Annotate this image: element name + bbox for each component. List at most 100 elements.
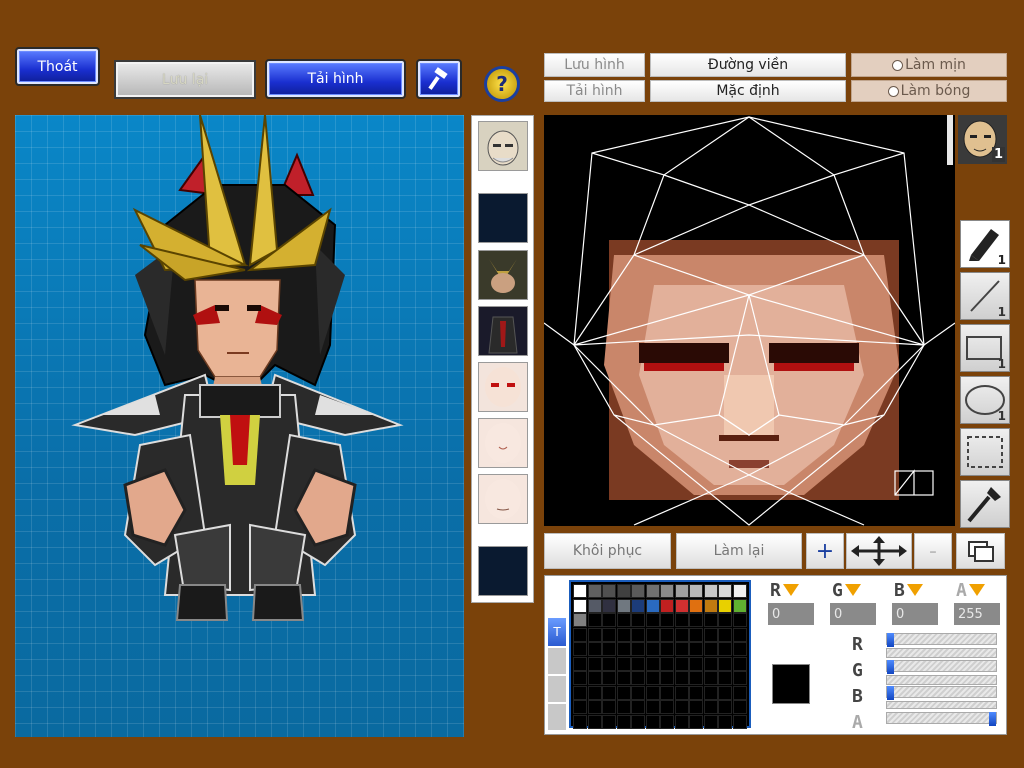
b-value-field[interactable]: 0 (892, 603, 938, 625)
palette-color-cell[interactable] (602, 613, 616, 627)
character-preview[interactable] (15, 114, 464, 737)
palette-color-cell[interactable] (631, 627, 645, 642)
palette-color-cell[interactable] (732, 714, 747, 729)
palette-color-cell[interactable] (631, 685, 645, 700)
palette-color-cell[interactable] (602, 700, 616, 714)
palette-color-cell[interactable] (631, 656, 645, 671)
palette-color-cell[interactable] (660, 656, 674, 671)
palette-color-cell[interactable] (674, 613, 689, 627)
part-head-old-man[interactable] (478, 121, 528, 171)
palette-color-cell[interactable] (645, 714, 660, 729)
palette-color-cell[interactable] (616, 613, 631, 627)
palette-color-cell[interactable] (689, 584, 703, 598)
b-slider-thumb[interactable] (887, 686, 894, 700)
palette-color-cell[interactable] (718, 700, 732, 714)
palette-color-cell[interactable] (631, 671, 645, 685)
b-slider[interactable] (886, 686, 997, 700)
g-slider[interactable] (886, 660, 997, 674)
tab-save-image[interactable]: Lưu hình (544, 53, 645, 77)
load-button[interactable]: Tải hình (265, 59, 406, 99)
palette-color-cell[interactable] (645, 671, 660, 685)
palette-color-cell[interactable] (602, 671, 616, 685)
r-slider-thumb[interactable] (887, 633, 894, 647)
palette-color-cell[interactable] (631, 642, 645, 656)
part-helmet[interactable] (478, 250, 528, 300)
palette-color-cell[interactable] (718, 584, 732, 598)
palette-color-cell[interactable] (732, 613, 747, 627)
palette-color-cell[interactable] (573, 598, 587, 613)
palette-color-cell[interactable] (573, 642, 587, 656)
palette-color-cell[interactable] (689, 656, 703, 671)
palette-color-cell[interactable] (703, 656, 718, 671)
palette-color-cell[interactable] (674, 598, 689, 613)
palette-color-cell[interactable] (616, 656, 631, 671)
palette-color-cell[interactable] (660, 584, 674, 598)
part-eyes[interactable] (478, 362, 528, 412)
palette-color-cell[interactable] (631, 714, 645, 729)
palette-color-cell[interactable] (645, 656, 660, 671)
palette-color-cell[interactable] (587, 656, 602, 671)
tab-default[interactable]: Mặc định (650, 80, 846, 102)
layers-button[interactable] (956, 533, 1005, 569)
palette-color-cell[interactable] (587, 584, 602, 598)
palette-color-cell[interactable] (718, 656, 732, 671)
g-value-field[interactable]: 0 (830, 603, 876, 625)
palette-color-cell[interactable] (616, 714, 631, 729)
exit-button[interactable]: Thoát (15, 47, 100, 86)
palette-color-cell[interactable] (732, 685, 747, 700)
palette-color-cell[interactable] (631, 700, 645, 714)
palette-color-cell[interactable] (573, 700, 587, 714)
palette-color-cell[interactable] (602, 714, 616, 729)
ellipse-tool[interactable]: 1 (960, 376, 1010, 424)
palette-color-cell[interactable] (631, 598, 645, 613)
palette-color-cell[interactable] (703, 671, 718, 685)
palette-tab[interactable] (548, 648, 566, 674)
palette-color-cell[interactable] (732, 642, 747, 656)
part-empty-slot[interactable] (478, 193, 528, 243)
palette-color-cell[interactable] (660, 714, 674, 729)
palette-color-cell[interactable] (703, 584, 718, 598)
help-icon[interactable]: ? (484, 66, 520, 102)
palette-color-cell[interactable] (587, 700, 602, 714)
palette-color-cell[interactable] (660, 627, 674, 642)
palette-color-cell[interactable] (645, 685, 660, 700)
line-tool[interactable]: 1 (960, 272, 1010, 320)
palette-color-cell[interactable] (645, 598, 660, 613)
eyedropper-tool[interactable] (960, 480, 1010, 528)
selection-tool[interactable] (960, 428, 1010, 476)
palette-color-cell[interactable] (573, 584, 587, 598)
palette-color-cell[interactable] (573, 627, 587, 642)
palette-color-cell[interactable] (674, 642, 689, 656)
a-dropdown[interactable]: A (956, 580, 1001, 601)
palette-color-cell[interactable] (689, 700, 703, 714)
palette-color-cell[interactable] (718, 642, 732, 656)
a-slider-thumb[interactable] (989, 712, 996, 726)
save-button[interactable]: Lưu lại (114, 60, 256, 99)
a-value-field[interactable]: 255 (954, 603, 1000, 625)
palette-color-cell[interactable] (602, 685, 616, 700)
palette-color-cell[interactable] (689, 613, 703, 627)
palette-color-cell[interactable] (689, 642, 703, 656)
palette-color-cell[interactable] (587, 598, 602, 613)
palette-color-cell[interactable] (732, 700, 747, 714)
palette-color-cell[interactable] (660, 700, 674, 714)
palette-color-cell[interactable] (616, 671, 631, 685)
palette-color-cell[interactable] (718, 671, 732, 685)
palette-color-cell[interactable] (674, 671, 689, 685)
palette-color-cell[interactable] (645, 584, 660, 598)
part-empty-slot[interactable] (478, 546, 528, 596)
palette-color-cell[interactable] (645, 613, 660, 627)
color-palette-grid[interactable] (569, 580, 751, 729)
palette-color-cell[interactable] (616, 598, 631, 613)
zoom-in-button[interactable]: + (806, 533, 844, 569)
palette-color-cell[interactable] (703, 598, 718, 613)
hammer-button[interactable] (416, 59, 462, 99)
redo-button[interactable]: Làm lại (676, 533, 802, 569)
palette-color-cell[interactable] (587, 613, 602, 627)
r-slider[interactable] (886, 633, 997, 647)
palette-color-cell[interactable] (660, 685, 674, 700)
palette-color-cell[interactable] (689, 598, 703, 613)
palette-color-cell[interactable] (718, 685, 732, 700)
rectangle-tool[interactable]: 1 (960, 324, 1010, 372)
palette-color-cell[interactable] (616, 642, 631, 656)
